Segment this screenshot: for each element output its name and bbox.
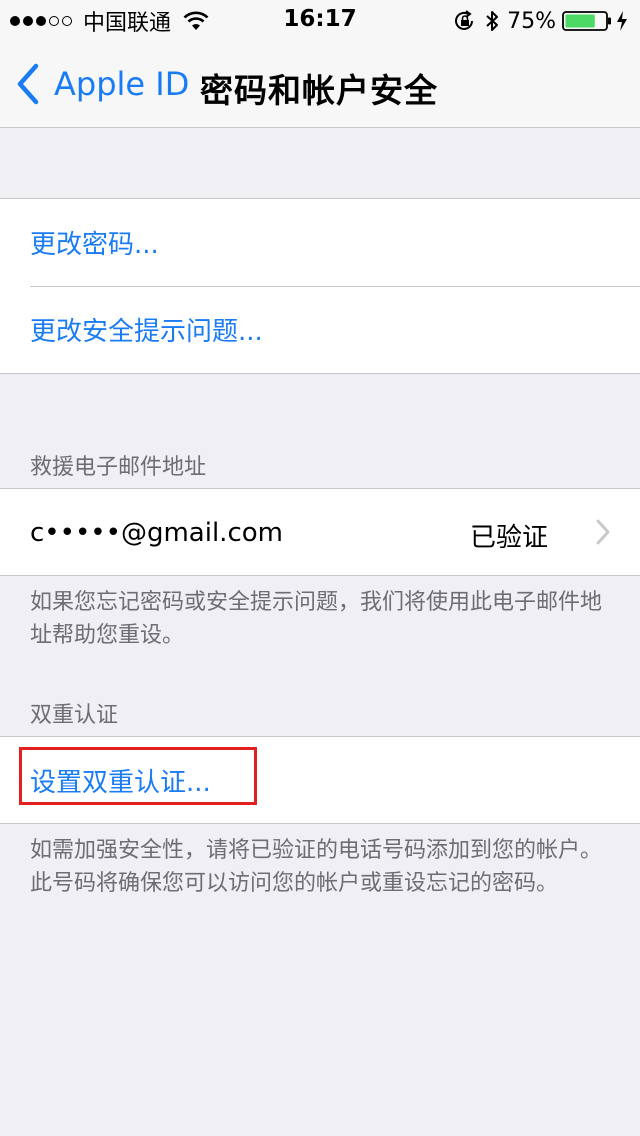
setup-two-factor-cell[interactable]: 设置双重认证... (0, 737, 640, 824)
rescue-email-cell[interactable]: c•••••@gmail.com 已验证 (0, 489, 640, 576)
two-factor-group: 设置双重认证... (0, 736, 640, 824)
setup-two-factor-link[interactable]: 设置双重认证... (30, 762, 211, 799)
rescue-email-header: 救援电子邮件地址 (30, 455, 207, 480)
navigation-bar: Apple ID 密码和帐户安全 (0, 40, 640, 128)
charging-icon (617, 11, 627, 31)
back-button[interactable]: Apple ID (14, 62, 189, 106)
bluetooth-icon (486, 11, 499, 31)
change-security-questions-link[interactable]: 更改安全提示问题... (30, 311, 263, 348)
battery-icon (562, 11, 611, 31)
battery-fill (565, 14, 595, 28)
password-group: 更改密码... 更改安全提示问题... (0, 198, 640, 374)
rotation-lock-icon (455, 10, 474, 30)
two-factor-footer: 如需加强安全性，请将已验证的电话号码添加到您的帐户。此号码将确保您可以访问您的帐… (30, 838, 603, 896)
verified-status: 已验证 (469, 523, 548, 553)
chevron-right-icon (596, 519, 610, 545)
back-label: Apple ID (54, 65, 190, 103)
change-password-link[interactable]: 更改密码... (30, 224, 159, 261)
battery-percent: 75% (507, 8, 556, 34)
change-security-questions-cell[interactable]: 更改安全提示问题... (0, 286, 640, 373)
status-bar-right: 75% (453, 7, 628, 35)
rescue-email-group: c•••••@gmail.com 已验证 (0, 488, 640, 576)
change-password-cell[interactable]: 更改密码... (0, 199, 640, 286)
status-bar: 中国联通 16:17 75% (0, 0, 640, 40)
rescue-email-address: c•••••@gmail.com (30, 517, 283, 548)
chevron-left-icon (17, 63, 39, 105)
rescue-email-footer: 如果您忘记密码或安全提示问题，我们将使用此电子邮件地址帮助您重设。 (30, 590, 603, 648)
screen: 中国联通 16:17 75% Apple ID 密码和帐户安全 更改密码... … (0, 0, 640, 1136)
page-title: 密码和帐户安全 (200, 71, 438, 110)
two-factor-header: 双重认证 (30, 703, 119, 728)
